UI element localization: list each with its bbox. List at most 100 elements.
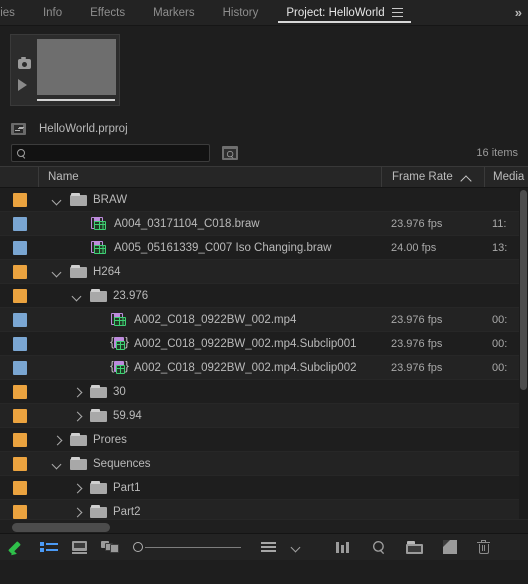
table-row[interactable]: {} A002_C018_0922BW_002.mp4.Subclip002 23.… <box>0 356 528 380</box>
row-name-cell[interactable]: BRAW <box>38 193 381 207</box>
row-name-cell[interactable]: {} A002_C018_0922BW_002.mp4.Subclip001 <box>38 336 381 351</box>
row-label-color-cell[interactable] <box>0 480 38 495</box>
pencil-icon[interactable] <box>8 539 26 558</box>
row-name-cell[interactable]: 23.976 <box>38 289 381 303</box>
row-label-color-cell[interactable] <box>0 216 38 231</box>
chevron-down-icon[interactable] <box>50 193 64 207</box>
row-label-color-cell[interactable] <box>0 384 38 399</box>
panel-menu-icon[interactable] <box>391 8 403 17</box>
zoom-slider-track[interactable] <box>145 546 241 548</box>
tab-markers[interactable]: Markers <box>139 0 209 25</box>
row-name-cell[interactable]: A002_C018_0922BW_002.mp4 <box>38 312 381 327</box>
chevron-right-icon[interactable] <box>70 409 84 423</box>
table-row[interactable]: 23.976 <box>0 284 528 308</box>
horizontal-scrollbar[interactable] <box>0 519 528 533</box>
chevron-down-icon[interactable] <box>70 289 84 303</box>
project-item-list[interactable]: BRAW A004_03171104_C018.braw 23.976 fps 11:… <box>0 188 528 519</box>
columns-icon[interactable] <box>336 541 352 553</box>
horizontal-scrollbar-thumb[interactable] <box>12 523 110 532</box>
find-in-project-icon[interactable] <box>222 146 238 160</box>
row-name-cell[interactable]: Prores <box>38 433 381 447</box>
clip-color-swatch <box>13 216 27 231</box>
row-label-color-cell[interactable] <box>0 456 38 471</box>
table-row[interactable]: Prores <box>0 428 528 452</box>
new-bin-icon[interactable] <box>406 540 423 554</box>
row-name-cell[interactable]: Part1 <box>38 481 381 495</box>
preview-thumbnail[interactable] <box>10 34 120 106</box>
tab-project-helloworld[interactable]: Project: HelloWorld <box>272 0 416 25</box>
thumbnail-scrub-bar[interactable] <box>37 99 115 101</box>
tab-overflow-chevrons-icon[interactable]: » <box>509 0 528 25</box>
list-view-icon[interactable] <box>40 541 58 553</box>
play-icon[interactable] <box>18 79 27 91</box>
row-name-cell[interactable]: 59.94 <box>38 409 381 423</box>
row-label-color-cell[interactable] <box>0 312 38 327</box>
row-label-color-cell[interactable] <box>0 192 38 207</box>
row-name-cell[interactable]: A004_03171104_C018.braw <box>38 216 381 231</box>
table-row[interactable]: Part2 <box>0 500 528 519</box>
freeform-view-icon[interactable] <box>101 540 119 554</box>
row-name-cell[interactable]: Sequences <box>38 457 381 471</box>
table-row[interactable]: BRAW <box>0 188 528 212</box>
subclip-icon: {} <box>110 336 129 350</box>
chevron-right-icon[interactable] <box>50 433 64 447</box>
table-row[interactable]: A002_C018_0922BW_002.mp4 23.976 fps 00: <box>0 308 528 332</box>
column-header-swatch[interactable] <box>0 167 38 187</box>
table-row[interactable]: Part1 <box>0 476 528 500</box>
row-label-color-cell[interactable] <box>0 432 38 447</box>
icon-view-icon[interactable] <box>72 540 87 554</box>
row-label-color-cell[interactable] <box>0 288 38 303</box>
table-row[interactable]: 30 <box>0 380 528 404</box>
chevron-down-icon[interactable] <box>290 541 302 553</box>
table-row[interactable]: 59.94 <box>0 404 528 428</box>
search-box[interactable] <box>11 144 210 162</box>
thumbnail-zoom-slider[interactable] <box>133 540 243 554</box>
tab-history[interactable]: History <box>209 0 273 25</box>
search-input[interactable] <box>26 147 209 159</box>
row-frame-rate-cell: 23.976 fps <box>391 217 443 230</box>
chevron-right-icon[interactable] <box>70 505 84 519</box>
row-name-label: BRAW <box>93 193 128 206</box>
table-row[interactable]: Sequences <box>0 452 528 476</box>
table-row[interactable]: A005_05161339_C007 Iso Changing.braw 24.0… <box>0 236 528 260</box>
row-name-cell[interactable]: {} A002_C018_0922BW_002.mp4.Subclip002 <box>38 360 381 375</box>
table-row[interactable]: A004_03171104_C018.braw 23.976 fps 11: <box>0 212 528 236</box>
row-name-cell[interactable]: A005_05161339_C007 Iso Changing.braw <box>38 240 381 255</box>
row-label-color-cell[interactable] <box>0 408 38 423</box>
sort-icon[interactable] <box>261 541 276 553</box>
search-icon[interactable] <box>372 540 386 554</box>
row-name-label: H264 <box>93 265 121 278</box>
vertical-scrollbar[interactable] <box>519 188 528 519</box>
folder-icon <box>90 505 107 518</box>
trash-icon[interactable] <box>477 539 490 555</box>
row-name-cell[interactable]: Part2 <box>38 505 381 519</box>
vertical-scrollbar-thumb[interactable] <box>520 190 527 390</box>
navigate-up-folder-icon[interactable] <box>11 123 26 135</box>
clip-icon <box>90 240 107 255</box>
column-header-media[interactable]: Media <box>484 167 528 187</box>
row-label-color-cell[interactable] <box>0 264 38 279</box>
chevron-down-icon[interactable] <box>50 457 64 471</box>
zoom-slider-knob[interactable] <box>133 542 143 552</box>
new-item-icon[interactable] <box>443 540 457 554</box>
chevron-down-icon[interactable] <box>50 265 64 279</box>
chevron-right-icon[interactable] <box>70 481 84 495</box>
table-row[interactable]: H264 <box>0 260 528 284</box>
column-header-label: Media <box>493 171 525 183</box>
row-frame-rate-cell: 23.976 fps <box>391 337 443 350</box>
column-header-name[interactable]: Name <box>38 167 381 187</box>
row-label-color-cell[interactable] <box>0 240 38 255</box>
tab-effects[interactable]: Effects <box>76 0 139 25</box>
table-row[interactable]: {} A002_C018_0922BW_002.mp4.Subclip001 23.… <box>0 332 528 356</box>
row-name-cell[interactable]: H264 <box>38 265 381 279</box>
row-label-color-cell[interactable] <box>0 504 38 519</box>
row-name-cell[interactable]: 30 <box>38 385 381 399</box>
chevron-right-icon[interactable] <box>70 385 84 399</box>
tab-info[interactable]: Info <box>29 0 76 25</box>
row-label-color-cell[interactable] <box>0 360 38 375</box>
folder-icon <box>90 385 107 398</box>
row-label-color-cell[interactable] <box>0 336 38 351</box>
column-header-frame-rate[interactable]: Frame Rate <box>381 167 484 187</box>
tab-libraries[interactable]: aries <box>0 0 29 25</box>
